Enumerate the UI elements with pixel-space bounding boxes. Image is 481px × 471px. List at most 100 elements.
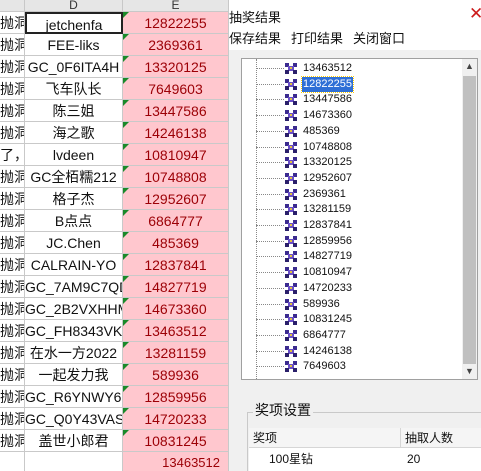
cell-name[interactable]: GC_FH8343VK bbox=[25, 320, 123, 342]
cell-name[interactable]: FEE-liks bbox=[25, 34, 123, 56]
result-item[interactable]: 12837841 bbox=[242, 218, 462, 234]
scroll-down-icon[interactable]: ▼ bbox=[462, 364, 477, 379]
result-item[interactable]: 12859956 bbox=[242, 234, 462, 250]
cell-c[interactable]: 抛洞 bbox=[0, 254, 25, 276]
header-count[interactable]: 抽取人数 bbox=[401, 428, 481, 448]
cell-name[interactable]: JC.Chen bbox=[25, 232, 123, 254]
cell-id[interactable]: 12837841 bbox=[123, 254, 229, 276]
cell-name[interactable]: GC全栢糯212 bbox=[25, 166, 123, 188]
menu-save-results[interactable]: 保存结果 bbox=[229, 31, 281, 47]
cell-id[interactable]: 13320125 bbox=[123, 56, 229, 78]
cell-id[interactable]: 14246138 bbox=[123, 122, 229, 144]
result-item[interactable]: 13281159 bbox=[242, 202, 462, 218]
result-item[interactable]: 14827719 bbox=[242, 249, 462, 265]
prize-name[interactable]: 100星钻 bbox=[269, 449, 313, 469]
result-item[interactable]: 13320125 bbox=[242, 155, 462, 171]
cell-id[interactable]: 13281159 bbox=[123, 342, 229, 364]
result-item[interactable]: 13447586 bbox=[242, 92, 462, 108]
cell-id[interactable]: 6864777 bbox=[123, 210, 229, 232]
cell-name[interactable]: GC_0F6ITA4H bbox=[25, 56, 123, 78]
cell-name[interactable]: 格子杰 bbox=[25, 188, 123, 210]
cell-c[interactable]: 抛洞 bbox=[0, 100, 25, 122]
result-item[interactable]: 14246138 bbox=[242, 344, 462, 360]
result-item[interactable]: 10748808 bbox=[242, 140, 462, 156]
cell-c[interactable]: 抛洞 bbox=[0, 430, 25, 452]
cell-c[interactable]: 抛洞 bbox=[0, 210, 25, 232]
cell-name[interactable]: jetchenfa bbox=[25, 12, 123, 34]
cell-name[interactable]: 陈三姐 bbox=[25, 100, 123, 122]
column-header-e[interactable]: E bbox=[123, 0, 229, 12]
cell-name[interactable]: GC_Q0Y43VAS bbox=[25, 408, 123, 430]
cell-id[interactable]: 10748808 bbox=[123, 166, 229, 188]
menu-close-window[interactable]: 关闭窗口 bbox=[353, 31, 405, 47]
cell-id[interactable]: 485369 bbox=[123, 232, 229, 254]
cell-name[interactable]: CALRAIN-YO bbox=[25, 254, 123, 276]
cell-c[interactable]: 抛洞 bbox=[0, 342, 25, 364]
tree-scrollbar[interactable]: ▲ ▼ bbox=[462, 59, 477, 379]
cell-id[interactable]: 10831245 bbox=[123, 430, 229, 452]
cell-name[interactable]: 在水一方2022 bbox=[25, 342, 123, 364]
cell-c[interactable]: 抛洞 bbox=[0, 56, 25, 78]
scroll-up-icon[interactable]: ▲ bbox=[462, 59, 477, 74]
result-item[interactable]: 12952607 bbox=[242, 171, 462, 187]
cell-id[interactable]: 10810947 bbox=[123, 144, 229, 166]
cell-name[interactable]: lvdeen bbox=[25, 144, 123, 166]
menu-print-results[interactable]: 打印结果 bbox=[291, 31, 343, 47]
cell-id[interactable]: 13463512 bbox=[123, 452, 229, 471]
result-item[interactable]: 10810947 bbox=[242, 265, 462, 281]
result-item[interactable]: 485369 bbox=[242, 124, 462, 140]
cell-id[interactable]: 13447586 bbox=[123, 100, 229, 122]
cell-id[interactable]: 7649603 bbox=[123, 78, 229, 100]
cell-name[interactable]: 海之歌 bbox=[25, 122, 123, 144]
scroll-thumb[interactable] bbox=[463, 76, 476, 364]
cell-c[interactable]: 抛洞 bbox=[0, 276, 25, 298]
cell-id[interactable]: 12952607 bbox=[123, 188, 229, 210]
cell-c[interactable]: 抛洞 bbox=[0, 298, 25, 320]
cell-name[interactable]: 飞车队长 bbox=[25, 78, 123, 100]
prize-table[interactable]: 奖项 抽取人数 100星钻 20 bbox=[249, 428, 481, 471]
cell-c[interactable]: 抛洞 bbox=[0, 12, 25, 34]
cell-name[interactable]: GC_7AM9C7QD bbox=[25, 276, 123, 298]
column-header-d[interactable]: D bbox=[25, 0, 123, 12]
cell-name[interactable]: B点点 bbox=[25, 210, 123, 232]
cell-name[interactable]: 盖世小郎君 bbox=[25, 430, 123, 452]
column-header-c[interactable] bbox=[0, 0, 25, 12]
cell-name[interactable] bbox=[25, 452, 123, 471]
result-item[interactable]: 6864777 bbox=[242, 328, 462, 344]
cell-c[interactable]: 抛洞 bbox=[0, 320, 25, 342]
cell-c[interactable]: 抛洞 bbox=[0, 166, 25, 188]
cell-c[interactable]: 抛洞 bbox=[0, 408, 25, 430]
result-item[interactable]: 14673360 bbox=[242, 108, 462, 124]
cell-id[interactable]: 2369361 bbox=[123, 34, 229, 56]
close-button[interactable]: ✕ bbox=[469, 0, 481, 28]
cell-c[interactable]: 抛洞 bbox=[0, 188, 25, 210]
cell-c[interactable]: 抛洞 bbox=[0, 34, 25, 56]
result-item[interactable]: 12822255 bbox=[242, 75, 462, 93]
result-item[interactable]: 7649603 bbox=[242, 359, 462, 375]
cell-id[interactable]: 12822255 bbox=[123, 12, 229, 34]
cell-c[interactable]: 抛洞 bbox=[0, 122, 25, 144]
header-prize[interactable]: 奖项 bbox=[249, 428, 401, 448]
result-tree[interactable]: 13463512 12822255 13447586 14673360 485369 10… bbox=[241, 58, 478, 380]
result-item[interactable]: 2369361 bbox=[242, 187, 462, 203]
cell-name[interactable]: GC_R6YNWY68 bbox=[25, 386, 123, 408]
cell-id[interactable]: 12859956 bbox=[123, 386, 229, 408]
cell-c[interactable]: 抛洞 bbox=[0, 78, 25, 100]
cell-c[interactable]: 抛洞 bbox=[0, 232, 25, 254]
cell-id[interactable]: 589936 bbox=[123, 364, 229, 386]
cell-c[interactable] bbox=[0, 452, 25, 471]
result-item[interactable]: 13463512 bbox=[242, 61, 462, 77]
cell-c[interactable]: 抛洞 bbox=[0, 386, 25, 408]
result-item[interactable]: 14720233 bbox=[242, 281, 462, 297]
cell-name[interactable]: 一起发力我 bbox=[25, 364, 123, 386]
cell-id[interactable]: 13463512 bbox=[123, 320, 229, 342]
result-item[interactable]: 589936 bbox=[242, 297, 462, 313]
cell-c[interactable]: 抛洞 bbox=[0, 364, 25, 386]
cell-id[interactable]: 14720233 bbox=[123, 408, 229, 430]
cell-id[interactable]: 14827719 bbox=[123, 276, 229, 298]
cell-name[interactable]: GC_2B2VXHHM bbox=[25, 298, 123, 320]
result-item[interactable]: 10831245 bbox=[242, 312, 462, 328]
cell-c[interactable]: 了，不 bbox=[0, 144, 25, 166]
cell-id[interactable]: 14673360 bbox=[123, 298, 229, 320]
prize-count[interactable]: 20 bbox=[407, 449, 420, 469]
